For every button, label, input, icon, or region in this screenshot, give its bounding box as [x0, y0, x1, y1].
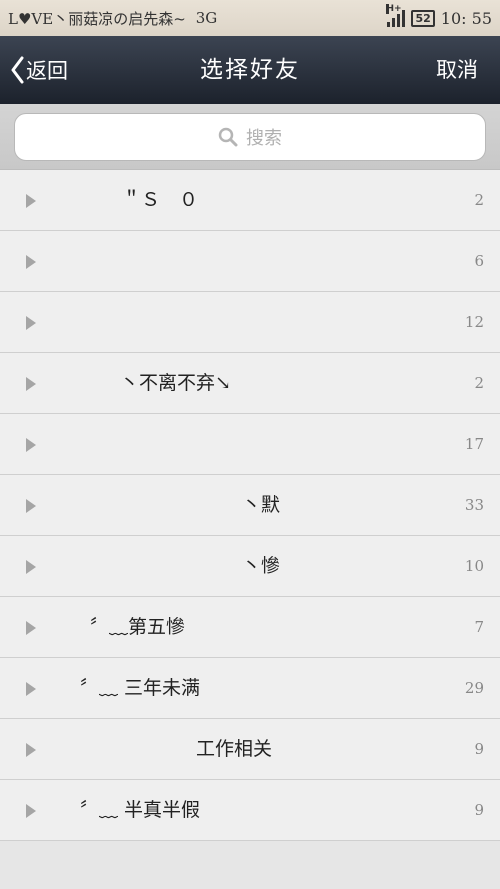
expand-arrow-icon: [26, 621, 36, 635]
expand-arrow-icon: [26, 743, 36, 757]
group-count: 10: [464, 557, 484, 575]
status-carrier-text: L♥VE丶丽菇凉の启先森~: [8, 9, 186, 28]
expand-arrow-icon: [26, 682, 36, 696]
expand-arrow-icon: [26, 438, 36, 452]
status-bar: L♥VE丶丽菇凉の启先森~ 3G H+ 52 10: 55: [0, 0, 500, 36]
group-name: 丶慘: [242, 555, 281, 577]
group-name: 丶默: [242, 494, 281, 516]
group-count: 2: [474, 374, 484, 392]
expand-arrow-icon: [26, 804, 36, 818]
expand-arrow-icon: [26, 255, 36, 269]
expand-arrow-icon: [26, 316, 36, 330]
status-network: 3G: [195, 9, 218, 27]
back-label: 返回: [26, 59, 68, 83]
group-name: 〞﹏第五慘: [90, 616, 186, 638]
group-row[interactable]: 6: [0, 231, 500, 292]
back-button[interactable]: 返回: [10, 36, 68, 104]
group-count: 12: [464, 313, 484, 331]
group-row[interactable]: 〞﹏ 半真半假 9: [0, 780, 500, 841]
group-row[interactable]: 〞﹏ 三年未满 29: [0, 658, 500, 719]
group-count: 9: [474, 740, 484, 758]
search-input[interactable]: 搜索: [14, 113, 486, 161]
expand-arrow-icon: [26, 560, 36, 574]
battery-icon: 52: [411, 9, 435, 27]
search-placeholder: 搜索: [246, 128, 282, 149]
bottom-area: [0, 841, 500, 889]
group-name: 丶不离不弃↘: [120, 372, 231, 394]
group-count: 17: [464, 435, 484, 453]
group-name: 工作相关: [196, 738, 273, 760]
group-count: 7: [474, 618, 484, 636]
group-row[interactable]: 12: [0, 292, 500, 353]
status-right: H+ 52 10: 55: [386, 4, 492, 28]
group-count: 29: [464, 679, 484, 697]
group-row[interactable]: 17: [0, 414, 500, 475]
chevron-left-icon: [11, 56, 24, 84]
group-row[interactable]: 〞﹏第五慘 7: [0, 597, 500, 658]
group-name: 〞﹏ 半真半假: [80, 799, 201, 821]
signal-icon: H+: [386, 4, 406, 27]
expand-arrow-icon: [26, 194, 36, 208]
group-row[interactable]: 工作相关 9: [0, 719, 500, 780]
group-count: 2: [474, 191, 484, 209]
signal-type: H+: [386, 4, 402, 14]
group-count: 6: [474, 252, 484, 270]
cancel-button[interactable]: 取消: [436, 36, 478, 104]
expand-arrow-icon: [26, 377, 36, 391]
group-count: 9: [474, 801, 484, 819]
status-time: 10: 55: [440, 8, 492, 28]
search-icon: [218, 127, 238, 147]
page-title: 选择好友: [200, 57, 300, 83]
group-row[interactable]: ＂Ｓ ０ 2: [0, 170, 500, 231]
expand-arrow-icon: [26, 499, 36, 513]
group-name: ＂Ｓ ０: [122, 189, 199, 211]
group-row[interactable]: 丶慘 10: [0, 536, 500, 597]
group-row[interactable]: 丶不离不弃↘ 2: [0, 353, 500, 414]
group-name: 〞﹏ 三年未满: [80, 677, 201, 699]
status-left: L♥VE丶丽菇凉の启先森~ 3G: [8, 8, 217, 29]
group-list: ＂Ｓ ０ 2 6 12 丶不离不弃↘ 2 17 丶默 33 丶慘 10 〞﹏第五…: [0, 170, 500, 841]
title-bar: 返回 选择好友 取消: [0, 36, 500, 104]
search-area: 搜索: [0, 104, 500, 170]
group-count: 33: [464, 496, 484, 514]
group-row[interactable]: 丶默 33: [0, 475, 500, 536]
